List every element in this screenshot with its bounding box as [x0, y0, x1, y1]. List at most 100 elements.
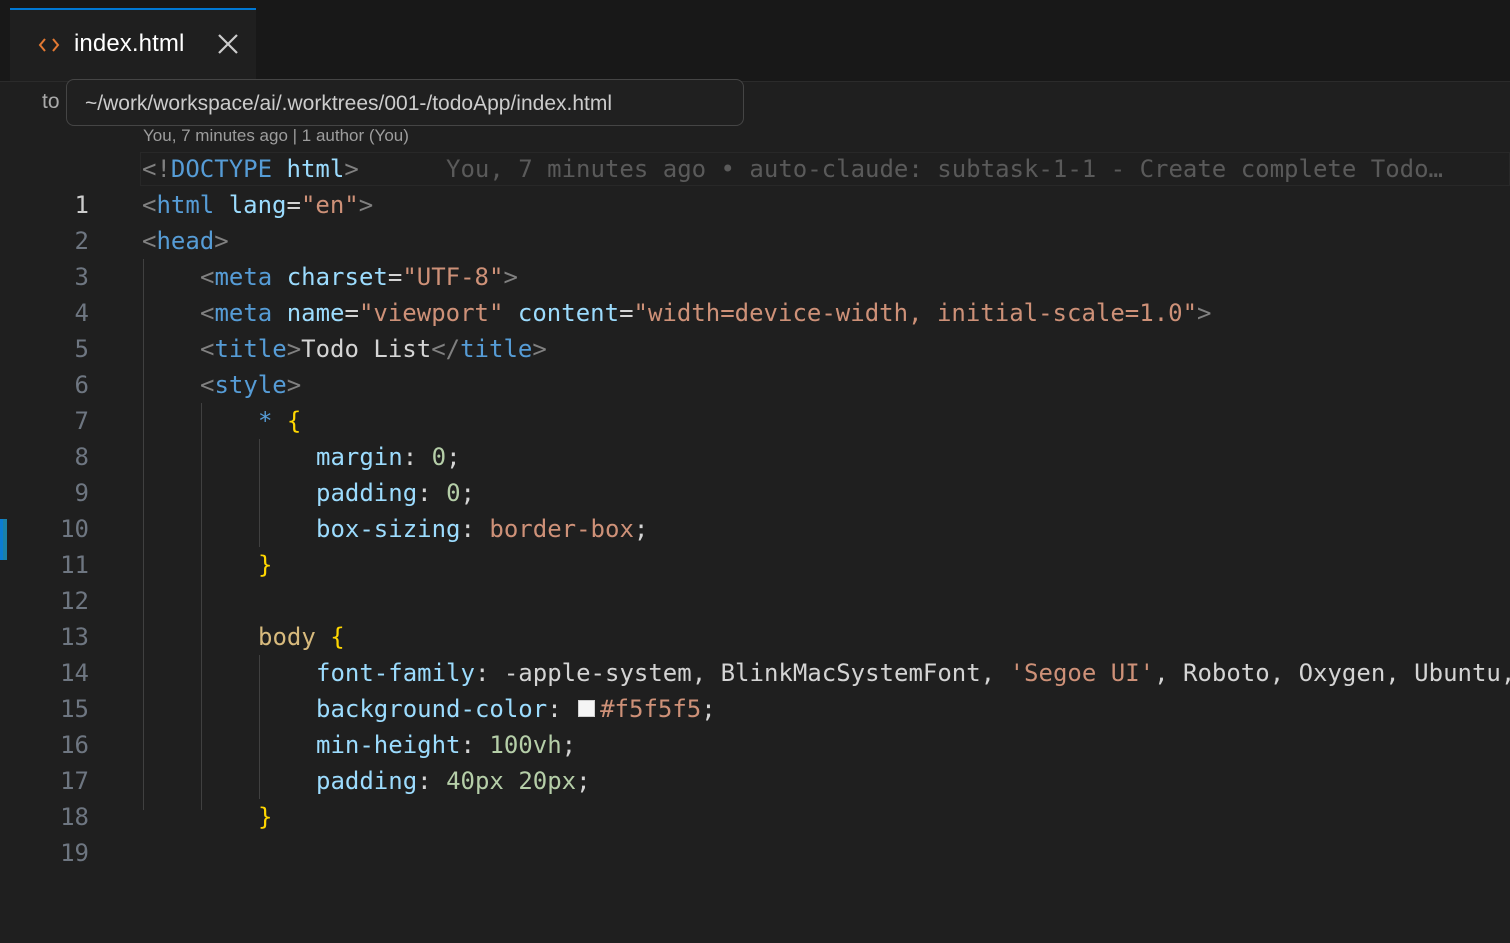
code-token: ;	[701, 695, 716, 723]
code-line: 4 <meta charset="UTF-8">	[0, 259, 1510, 327]
code-token: "UTF-8"	[402, 263, 504, 291]
code-token: >	[286, 335, 302, 363]
code-line: 11 box-sizing: border-box;	[0, 511, 1510, 579]
tab-label: index.html	[74, 30, 185, 57]
code-token: "viewport"	[358, 299, 504, 327]
code-token: 'Segoe UI'	[1009, 659, 1155, 687]
codelens-blame-summary[interactable]: You, 7 minutes ago | 1 author (You)	[143, 126, 409, 146]
code-token: #f5f5f5	[600, 695, 702, 723]
code-token: <	[200, 371, 215, 399]
breadcrumb[interactable]: to	[42, 90, 60, 114]
code-token: padding	[316, 767, 418, 795]
code-token: <	[200, 335, 215, 363]
code-line: 14 body {	[0, 619, 1510, 687]
code-token: <	[142, 191, 157, 219]
code-token: min-height: 100vh;	[316, 727, 576, 763]
code-token: {	[330, 623, 345, 651]
code-line: 6 <title>Todo List</title>	[0, 331, 1510, 399]
inline-blame: You, 7 minutes ago • auto-claude: subtas…	[446, 155, 1443, 183]
code-line: 1 <!DOCTYPE html> You, 7 minutes ago • a…	[0, 151, 1510, 219]
code-token: title	[460, 335, 533, 363]
code-line: 19 }	[0, 799, 1510, 867]
code-line: 12 }	[0, 547, 1510, 615]
code-token: font-family: -apple-system, BlinkMacSyst…	[316, 655, 1510, 691]
code-token: :	[547, 695, 577, 723]
code-token: "width=device-width, initial-scale=1.0"	[633, 299, 1198, 327]
file-path-tooltip: ~/work/workspace/ai/.worktrees/001-/todo…	[66, 79, 744, 126]
code-token: meta	[214, 263, 273, 291]
code-line: 15 font-family: -apple-system, BlinkMacS…	[0, 655, 1510, 723]
code-token: >	[1197, 299, 1212, 327]
code-token: </	[431, 335, 461, 363]
code-line: 5 <meta name="viewport" content="width=d…	[0, 295, 1510, 363]
code-token: min-height	[316, 731, 461, 759]
code-token: lang	[228, 191, 287, 219]
code-token: title	[214, 335, 287, 363]
code-token: border-box	[489, 515, 634, 543]
code-token: html	[156, 191, 215, 219]
code-token: :	[460, 515, 490, 543]
code-token: ;	[561, 731, 577, 759]
code-line: 8 * {	[0, 403, 1510, 471]
code-token: {	[286, 407, 302, 435]
code-token: <style>	[200, 367, 301, 403]
code-token: head	[156, 227, 215, 255]
code-token: ;	[446, 443, 461, 471]
code-line: 13	[0, 583, 1510, 651]
code-token: :	[460, 731, 490, 759]
code-token: margin: 0;	[316, 439, 461, 475]
code-token: 0	[431, 443, 447, 471]
code-token: }	[258, 547, 272, 583]
code-token: :	[417, 479, 447, 507]
code-token: <	[142, 227, 157, 255]
code-token: 0	[446, 479, 461, 507]
code-token: <	[200, 299, 215, 327]
code-token: 20px	[518, 767, 577, 795]
code-token: * {	[258, 403, 301, 439]
code-editor[interactable]: 1 <!DOCTYPE html> You, 7 minutes ago • a…	[0, 151, 1510, 867]
code-token: background-color: #f5f5f5;	[316, 691, 716, 727]
color-swatch[interactable]	[578, 699, 596, 717]
code-token: :	[402, 443, 432, 471]
tab-index-html[interactable]: index.html	[10, 8, 256, 81]
code-line: 16 background-color: #f5f5f5;	[0, 691, 1510, 759]
code-token: *	[258, 407, 273, 435]
code-token: =	[619, 299, 634, 327]
code-token: }	[258, 551, 273, 579]
code-token: style	[214, 371, 287, 399]
code-line: 17 min-height: 100vh;	[0, 727, 1510, 795]
code-token: =	[387, 263, 403, 291]
code-token: padding: 40px 20px;	[316, 763, 591, 799]
editor-tab-bar: index.html	[0, 8, 1510, 82]
code-token: meta	[214, 299, 273, 327]
code-token: }	[258, 799, 272, 835]
code-line: 2 <html lang="en">	[0, 187, 1510, 255]
code-token: body	[258, 623, 316, 651]
code-token: <!	[142, 155, 171, 183]
code-token: content	[517, 299, 620, 327]
code-token: <meta name="viewport" content="width=dev…	[200, 295, 1212, 331]
code-token: font-family	[316, 659, 475, 687]
code-token: html	[286, 155, 345, 183]
code-token: <html lang="en">	[142, 187, 373, 223]
code-token: >	[344, 155, 359, 183]
code-token: ;	[460, 479, 475, 507]
code-token: >	[358, 191, 374, 219]
code-token: >	[532, 335, 547, 363]
code-token: name	[286, 299, 345, 327]
code-token: >	[286, 371, 302, 399]
code-token: 100vh	[489, 731, 562, 759]
close-icon[interactable]	[215, 31, 241, 57]
code-token: , Roboto, Oxygen, Ubuntu,	[1154, 659, 1510, 687]
code-token: ;	[576, 767, 591, 795]
code-token: <title>Todo List</title>	[200, 331, 547, 367]
code-token: -apple-system, BlinkMacSystemFont,	[503, 659, 1010, 687]
code-token: box-sizing	[316, 515, 461, 543]
